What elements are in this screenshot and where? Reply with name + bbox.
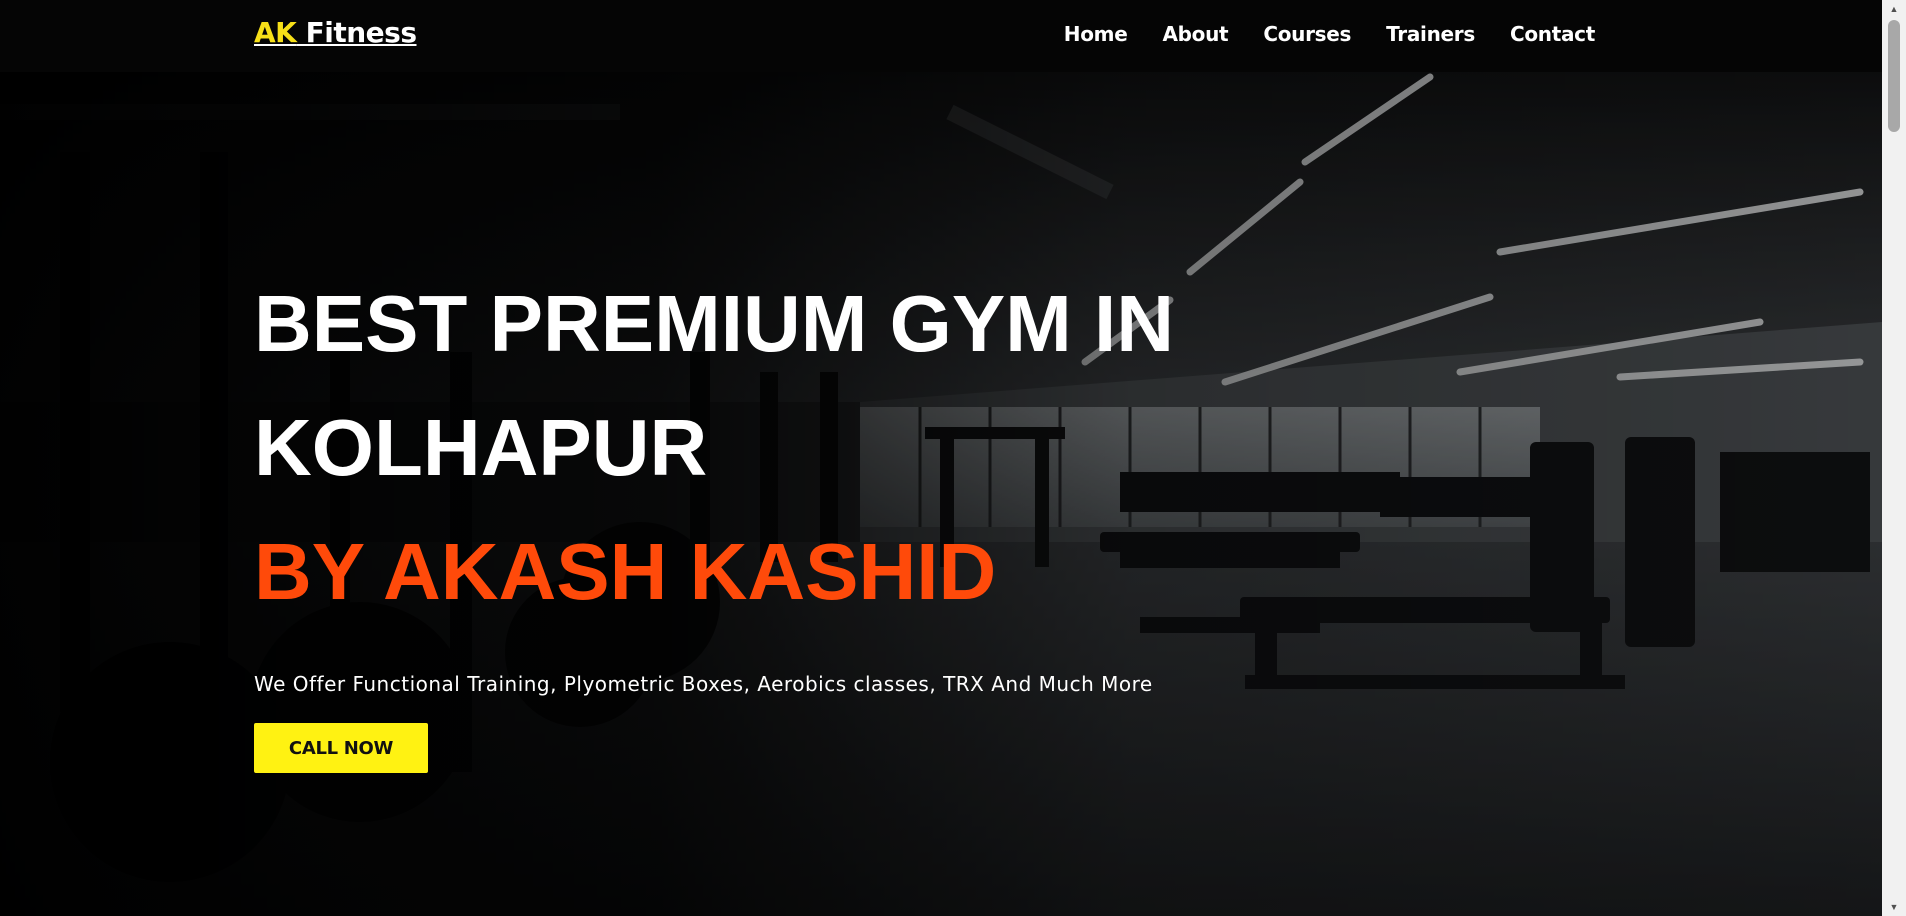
nav-link-trainers[interactable]: Trainers [1386, 22, 1475, 46]
hero-headline-accent: BY AKASH KASHID [254, 527, 997, 616]
hero-headline-line-2: KOLHAPUR [254, 403, 708, 492]
site-logo[interactable]: AK Fitness [254, 16, 417, 49]
hero-section: BEST PREMIUM GYM IN KOLHAPUR BY AKASH KA… [0, 72, 1882, 916]
navbar: AK Fitness Home About Courses Trainers C… [0, 0, 1882, 72]
call-now-button[interactable]: CALL NOW [254, 723, 428, 773]
hero-headline-line-1: BEST PREMIUM GYM IN [254, 279, 1175, 368]
nav-link-home[interactable]: Home [1064, 22, 1128, 46]
nav-link-contact[interactable]: Contact [1510, 22, 1595, 46]
logo-text: Fitness [296, 16, 417, 49]
nav-links: Home About Courses Trainers Contact [1064, 22, 1596, 46]
hero-content: BEST PREMIUM GYM IN KOLHAPUR BY AKASH KA… [254, 262, 1174, 773]
triangle-up-icon[interactable]: ▲ [1882, 0, 1906, 18]
nav-link-courses[interactable]: Courses [1263, 22, 1351, 46]
page: AK Fitness Home About Courses Trainers C… [0, 0, 1906, 916]
hero-subtitle: We Offer Functional Training, Plyometric… [254, 672, 1153, 696]
nav-link-about[interactable]: About [1162, 22, 1228, 46]
vertical-scrollbar[interactable]: ▲ ▼ [1882, 0, 1906, 916]
triangle-down-icon[interactable]: ▼ [1882, 898, 1906, 916]
scroll-thumb[interactable] [1888, 20, 1900, 132]
logo-accent: AK [254, 16, 297, 49]
